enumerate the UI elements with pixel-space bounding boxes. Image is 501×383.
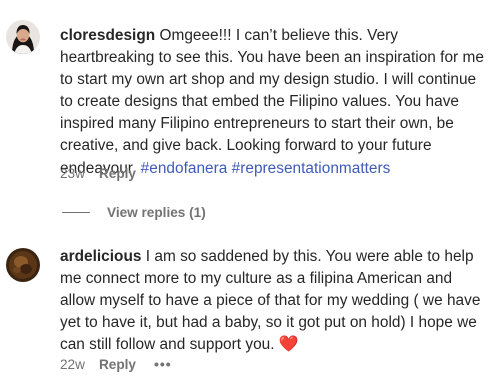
reply-button[interactable]: Reply <box>99 357 136 372</box>
hashtag-link[interactable]: #endofanera <box>141 160 228 177</box>
reply-button[interactable]: Reply <box>99 166 136 181</box>
comment-username[interactable]: cloresdesign <box>60 27 155 44</box>
comment-meta: 23w Reply <box>60 166 136 181</box>
hashtag-link[interactable]: #representationmatters <box>232 160 391 177</box>
comment-meta: 22w Reply ••• <box>60 356 172 372</box>
view-replies-label: View replies (1) <box>107 205 206 220</box>
view-replies-button[interactable]: View replies (1) <box>62 205 206 220</box>
comment-timestamp: 22w <box>60 356 85 372</box>
profile-photo-icon <box>6 248 40 282</box>
comment-body: cloresdesign Omgeee!!! I can’t believe t… <box>60 25 490 180</box>
divider-line <box>62 212 90 213</box>
more-options-icon[interactable]: ••• <box>154 356 172 372</box>
avatar[interactable] <box>6 248 40 282</box>
comment-body: ardelicious I am so saddened by this. Yo… <box>60 246 490 356</box>
avatar[interactable] <box>6 20 40 54</box>
heart-emoji-icon: ❤️ <box>278 336 299 354</box>
comment-timestamp: 23w <box>60 166 85 181</box>
profile-photo-icon <box>6 20 40 54</box>
comment-username[interactable]: ardelicious <box>60 248 141 265</box>
comment-text: Omgeee!!! I can’t believe this. Very hea… <box>60 27 484 177</box>
